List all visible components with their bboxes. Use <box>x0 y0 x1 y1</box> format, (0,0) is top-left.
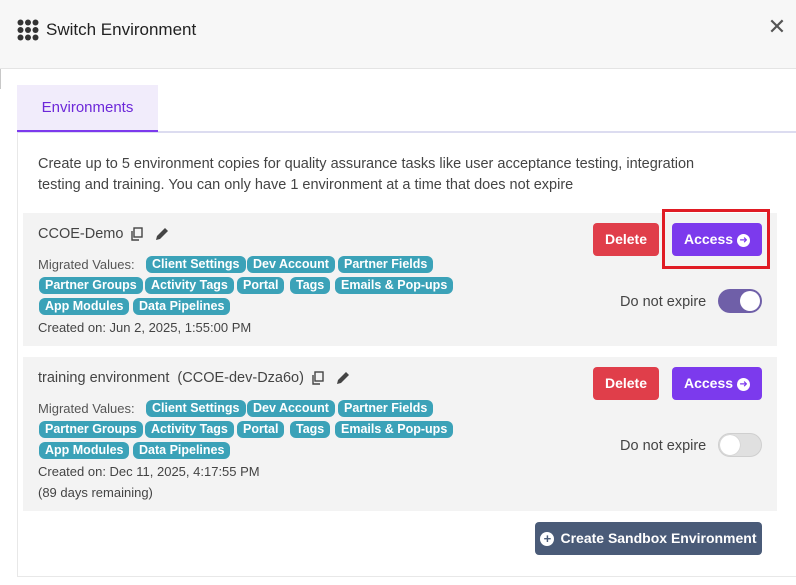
tag: Data Pipelines <box>133 298 231 315</box>
environment-name-row: CCOE-Demo <box>38 226 170 242</box>
tag: Partner Fields <box>338 256 434 273</box>
tag: Partner Fields <box>338 400 434 417</box>
edit-icon[interactable] <box>154 226 170 242</box>
tag: Portal <box>237 421 285 438</box>
days-remaining: (89 days remaining) <box>38 485 153 500</box>
created-on: Created on: Jun 2, 2025, 1:55:00 PM <box>38 320 252 335</box>
tag: Tags <box>290 277 331 294</box>
tag: Dev Account <box>247 256 335 273</box>
dialog-title: Switch Environment <box>46 20 197 39</box>
environment-name-row: training environment (CCOE-dev-Dza6o) <box>38 370 351 386</box>
toggle-knob <box>740 291 760 311</box>
tag: App Modules <box>39 298 130 315</box>
do-not-expire-label: Do not expire <box>620 294 707 310</box>
access-label: Access <box>683 375 734 391</box>
tag: Emails & Pop-ups <box>335 277 454 294</box>
create-sandbox-label: Create Sandbox Environment <box>560 530 757 546</box>
tag: App Modules <box>39 442 130 459</box>
arrow-right-circle-icon: ➜ <box>737 378 751 391</box>
environment-name: training environment (CCOE-dev-Dza6o) <box>38 370 304 386</box>
highlight-box <box>662 209 770 269</box>
environment-name: CCOE-Demo <box>38 226 124 242</box>
do-not-expire-label: Do not expire <box>620 438 707 454</box>
toggle-knob <box>720 435 740 455</box>
tag: Client Settings <box>146 256 246 273</box>
do-not-expire-toggle[interactable] <box>718 433 762 457</box>
copy-icon[interactable] <box>311 371 325 385</box>
tag: Data Pipelines <box>133 442 231 459</box>
tag: Tags <box>290 421 331 438</box>
tag: Client Settings <box>146 400 246 417</box>
plus-circle-icon: + <box>540 532 555 546</box>
switch-environment-dialog: Switch Environment ✕ Environments Create… <box>0 0 796 585</box>
close-icon[interactable]: ✕ <box>766 16 788 38</box>
delete-button[interactable]: Delete <box>593 223 659 256</box>
tag: Activity Tags <box>145 421 234 438</box>
tag: Partner Groups <box>39 277 143 294</box>
tag: Portal <box>237 277 285 294</box>
migrated-values-label: Migrated Values: <box>38 401 135 416</box>
tag: Dev Account <box>247 400 335 417</box>
tag: Partner Groups <box>39 421 143 438</box>
tag: Activity Tags <box>145 277 234 294</box>
grid-icon <box>17 19 39 41</box>
edit-icon[interactable] <box>335 370 351 386</box>
copy-icon[interactable] <box>130 227 144 241</box>
do-not-expire-toggle[interactable] <box>718 289 762 313</box>
migrated-values-label: Migrated Values: <box>38 257 135 272</box>
divider <box>0 69 1 89</box>
intro-text: Create up to 5 environment copies for qu… <box>38 156 695 193</box>
tag: Emails & Pop-ups <box>335 421 454 438</box>
access-button[interactable]: Access ➜ <box>672 367 762 400</box>
delete-button[interactable]: Delete <box>593 367 659 400</box>
create-sandbox-button[interactable]: + Create Sandbox Environment <box>535 522 762 555</box>
created-on: Created on: Dec 11, 2025, 4:17:55 PM <box>38 464 260 479</box>
dialog-header: Switch Environment ✕ <box>0 0 796 69</box>
tab-environments[interactable]: Environments <box>17 85 158 132</box>
